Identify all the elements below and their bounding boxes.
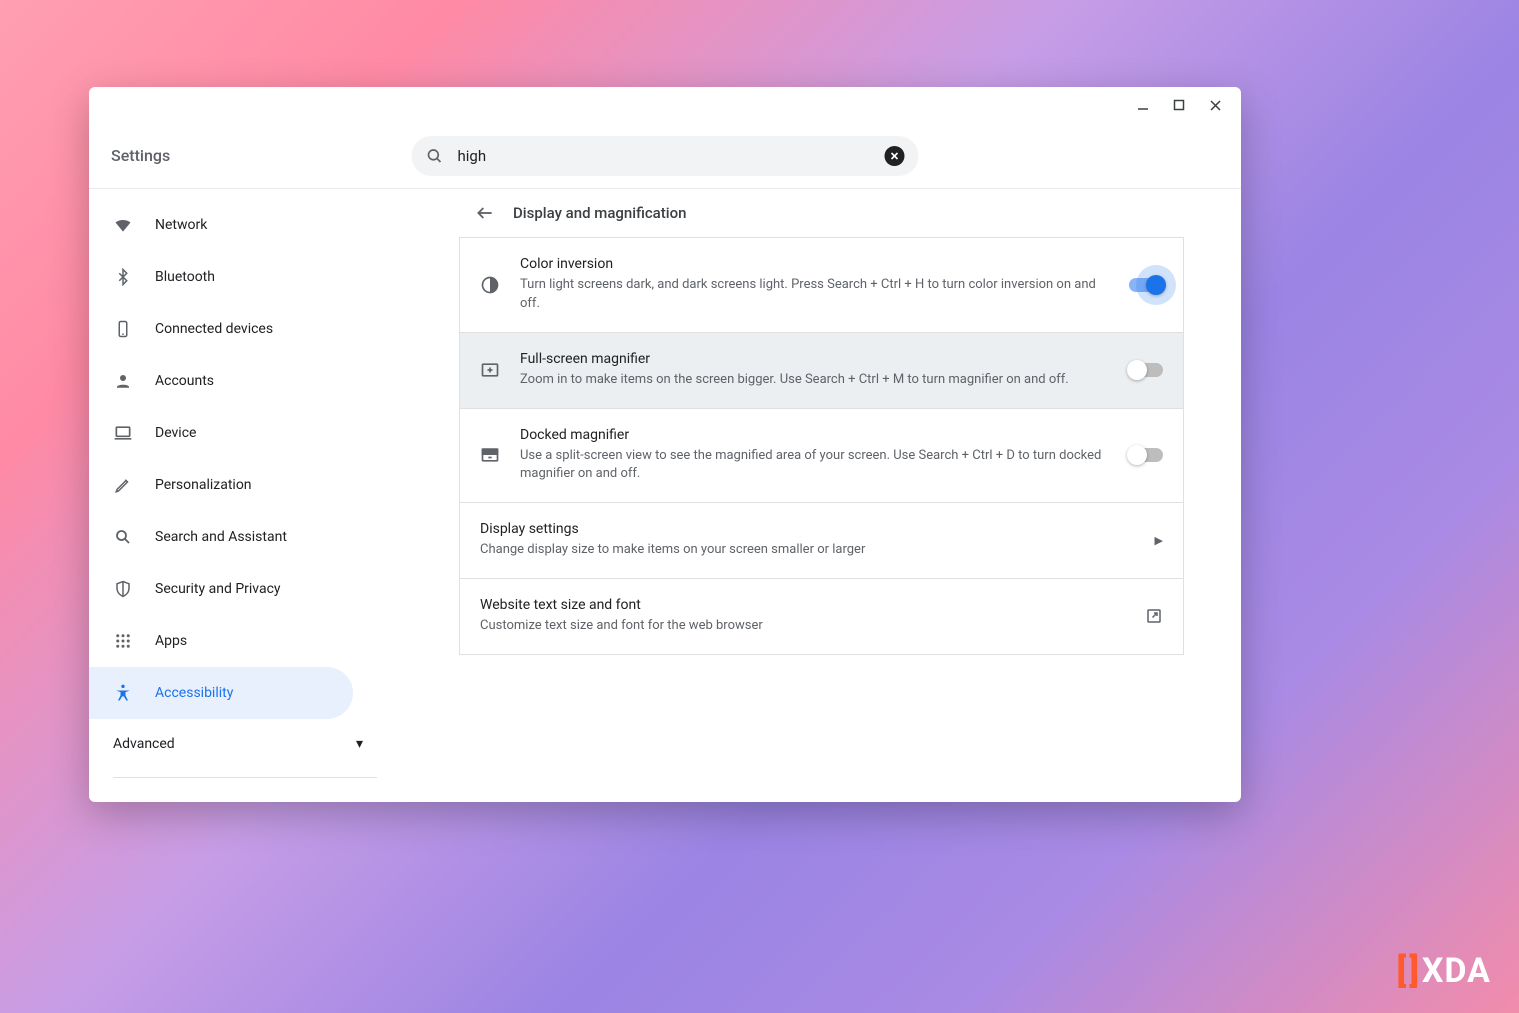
sidebar-item-label: Device xyxy=(155,425,196,441)
search-input[interactable] xyxy=(458,147,871,165)
row-website-text-size[interactable]: Website text size and font Customize tex… xyxy=(460,578,1183,654)
sidebar-item-label: Apps xyxy=(155,633,187,649)
window-close-button[interactable] xyxy=(1207,97,1223,113)
sidebar-item-device[interactable]: Device xyxy=(89,407,353,459)
row-desc: Zoom in to make items on the screen bigg… xyxy=(520,371,1105,390)
row-color-inversion: Color inversion Turn light screens dark,… xyxy=(460,237,1183,332)
sidebar-item-label: Bluetooth xyxy=(155,269,215,285)
row-title: Display settings xyxy=(480,521,1105,537)
search-icon xyxy=(113,527,133,547)
search-bar[interactable] xyxy=(412,136,919,176)
sidebar-item-personalization[interactable]: Personalization xyxy=(89,459,353,511)
bluetooth-icon xyxy=(113,267,133,287)
app-title: Settings xyxy=(111,146,170,165)
settings-card: Color inversion Turn light screens dark,… xyxy=(459,237,1184,655)
sidebar: Network Bluetooth Connected devices Acco… xyxy=(89,189,402,802)
window-titlebar xyxy=(89,87,1241,123)
wifi-icon xyxy=(113,215,133,235)
laptop-icon xyxy=(113,423,133,443)
panel-title: Display and magnification xyxy=(513,204,686,222)
external-link-icon xyxy=(1145,607,1163,625)
window-maximize-button[interactable] xyxy=(1171,97,1187,113)
row-title: Full-screen magnifier xyxy=(520,351,1105,367)
sidebar-item-security-privacy[interactable]: Security and Privacy xyxy=(89,563,353,615)
sidebar-separator xyxy=(113,777,377,778)
row-display-settings[interactable]: Display settings Change display size to … xyxy=(460,502,1183,578)
search-icon xyxy=(426,147,444,165)
pencil-icon xyxy=(113,475,133,495)
panel-header: Display and magnification xyxy=(459,189,1184,237)
xda-watermark: [] XDA xyxy=(1397,951,1491,991)
shield-icon xyxy=(113,579,133,599)
sidebar-item-label: Security and Privacy xyxy=(155,581,281,597)
sidebar-item-label: Search and Assistant xyxy=(155,529,287,545)
docked-magnifier-toggle[interactable] xyxy=(1129,448,1163,462)
sidebar-item-label: Connected devices xyxy=(155,321,273,337)
sidebar-advanced-toggle[interactable]: Advanced ▾ xyxy=(89,719,401,769)
row-desc: Customize text size and font for the web… xyxy=(480,617,1105,636)
row-title: Website text size and font xyxy=(480,597,1105,613)
sidebar-advanced-label: Advanced xyxy=(113,736,175,752)
row-desc: Use a split-screen view to see the magni… xyxy=(520,447,1105,485)
color-inversion-toggle[interactable] xyxy=(1129,278,1163,292)
bracket-icon: [ xyxy=(1397,951,1408,991)
sidebar-item-label: Accounts xyxy=(155,373,214,389)
row-docked-magnifier: Docked magnifier Use a split-screen view… xyxy=(460,408,1183,503)
app-header: Settings xyxy=(89,123,1241,189)
chevron-right-icon: ▶ xyxy=(1155,534,1163,547)
watermark-text: XDA xyxy=(1422,951,1491,991)
apps-grid-icon xyxy=(113,631,133,651)
sidebar-item-accounts[interactable]: Accounts xyxy=(89,355,353,407)
contrast-icon xyxy=(480,275,502,295)
sidebar-item-bluetooth[interactable]: Bluetooth xyxy=(89,251,353,303)
settings-panel: Display and magnification Color inversio… xyxy=(459,189,1184,802)
sidebar-item-accessibility[interactable]: Accessibility xyxy=(89,667,353,719)
bracket-icon: ] xyxy=(1409,951,1420,991)
phone-icon xyxy=(113,319,133,339)
app-body: Network Bluetooth Connected devices Acco… xyxy=(89,189,1241,802)
accessibility-icon xyxy=(113,683,133,703)
row-desc: Turn light screens dark, and dark screen… xyxy=(520,276,1105,314)
back-button[interactable] xyxy=(475,203,495,223)
person-icon xyxy=(113,371,133,391)
sidebar-item-network[interactable]: Network xyxy=(89,199,353,251)
sidebar-item-label: Accessibility xyxy=(155,685,233,701)
sidebar-item-connected-devices[interactable]: Connected devices xyxy=(89,303,353,355)
sidebar-item-label: Network xyxy=(155,217,207,233)
sidebar-item-apps[interactable]: Apps xyxy=(89,615,353,667)
fullscreen-magnifier-toggle[interactable] xyxy=(1129,363,1163,377)
clear-search-button[interactable] xyxy=(885,146,905,166)
sidebar-item-search-assistant[interactable]: Search and Assistant xyxy=(89,511,353,563)
sidebar-about[interactable]: About ChromeOS xyxy=(89,786,401,802)
sidebar-item-label: Personalization xyxy=(155,477,252,493)
main-panel: Display and magnification Color inversio… xyxy=(402,189,1241,802)
window-minimize-button[interactable] xyxy=(1135,97,1151,113)
docked-magnifier-icon xyxy=(480,445,502,465)
fullscreen-magnifier-icon xyxy=(480,360,502,380)
settings-window: Settings Network Bluetooth Connected dev… xyxy=(89,87,1241,802)
row-title: Docked magnifier xyxy=(520,427,1105,443)
chevron-down-icon: ▾ xyxy=(356,736,363,752)
row-desc: Change display size to make items on you… xyxy=(480,541,1105,560)
row-fullscreen-magnifier: Full-screen magnifier Zoom in to make it… xyxy=(460,332,1183,408)
row-title: Color inversion xyxy=(520,256,1105,272)
